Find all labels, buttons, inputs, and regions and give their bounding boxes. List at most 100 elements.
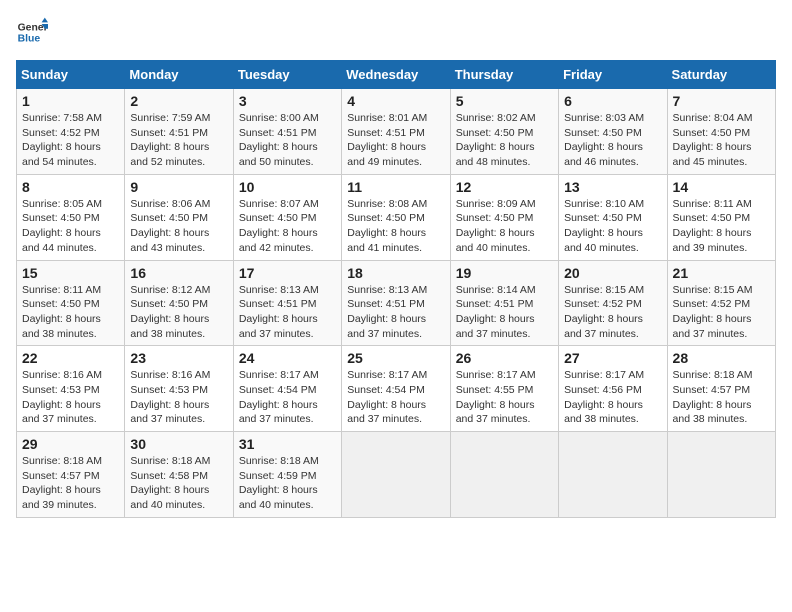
day-number: 26 bbox=[456, 350, 553, 366]
day-info: Sunrise: 8:17 AM Sunset: 4:54 PM Dayligh… bbox=[239, 368, 336, 427]
day-info: Sunrise: 8:10 AM Sunset: 4:50 PM Dayligh… bbox=[564, 197, 661, 256]
day-number: 15 bbox=[22, 265, 119, 281]
calendar-cell: 1 Sunrise: 7:58 AM Sunset: 4:52 PM Dayli… bbox=[17, 89, 125, 175]
day-info: Sunrise: 8:09 AM Sunset: 4:50 PM Dayligh… bbox=[456, 197, 553, 256]
weekday-header-saturday: Saturday bbox=[667, 61, 775, 89]
weekday-header-tuesday: Tuesday bbox=[233, 61, 341, 89]
day-number: 17 bbox=[239, 265, 336, 281]
day-info: Sunrise: 8:18 AM Sunset: 4:57 PM Dayligh… bbox=[673, 368, 770, 427]
day-info: Sunrise: 8:17 AM Sunset: 4:55 PM Dayligh… bbox=[456, 368, 553, 427]
calendar-cell: 24 Sunrise: 8:17 AM Sunset: 4:54 PM Dayl… bbox=[233, 346, 341, 432]
week-row-4: 22 Sunrise: 8:16 AM Sunset: 4:53 PM Dayl… bbox=[17, 346, 776, 432]
day-info: Sunrise: 8:16 AM Sunset: 4:53 PM Dayligh… bbox=[22, 368, 119, 427]
day-info: Sunrise: 8:16 AM Sunset: 4:53 PM Dayligh… bbox=[130, 368, 227, 427]
logo: General Blue bbox=[16, 16, 52, 48]
calendar-cell: 30 Sunrise: 8:18 AM Sunset: 4:58 PM Dayl… bbox=[125, 432, 233, 518]
weekday-header-row: SundayMondayTuesdayWednesdayThursdayFrid… bbox=[17, 61, 776, 89]
weekday-header-friday: Friday bbox=[559, 61, 667, 89]
day-info: Sunrise: 8:03 AM Sunset: 4:50 PM Dayligh… bbox=[564, 111, 661, 170]
day-info: Sunrise: 8:00 AM Sunset: 4:51 PM Dayligh… bbox=[239, 111, 336, 170]
day-info: Sunrise: 8:07 AM Sunset: 4:50 PM Dayligh… bbox=[239, 197, 336, 256]
calendar-cell: 25 Sunrise: 8:17 AM Sunset: 4:54 PM Dayl… bbox=[342, 346, 450, 432]
day-info: Sunrise: 8:18 AM Sunset: 4:59 PM Dayligh… bbox=[239, 454, 336, 513]
day-info: Sunrise: 7:59 AM Sunset: 4:51 PM Dayligh… bbox=[130, 111, 227, 170]
calendar-cell bbox=[450, 432, 558, 518]
day-info: Sunrise: 8:11 AM Sunset: 4:50 PM Dayligh… bbox=[22, 283, 119, 342]
day-info: Sunrise: 8:02 AM Sunset: 4:50 PM Dayligh… bbox=[456, 111, 553, 170]
day-number: 3 bbox=[239, 93, 336, 109]
calendar-cell: 12 Sunrise: 8:09 AM Sunset: 4:50 PM Dayl… bbox=[450, 174, 558, 260]
day-info: Sunrise: 8:18 AM Sunset: 4:58 PM Dayligh… bbox=[130, 454, 227, 513]
week-row-3: 15 Sunrise: 8:11 AM Sunset: 4:50 PM Dayl… bbox=[17, 260, 776, 346]
day-info: Sunrise: 8:17 AM Sunset: 4:54 PM Dayligh… bbox=[347, 368, 444, 427]
week-row-2: 8 Sunrise: 8:05 AM Sunset: 4:50 PM Dayli… bbox=[17, 174, 776, 260]
calendar-cell: 16 Sunrise: 8:12 AM Sunset: 4:50 PM Dayl… bbox=[125, 260, 233, 346]
week-row-5: 29 Sunrise: 8:18 AM Sunset: 4:57 PM Dayl… bbox=[17, 432, 776, 518]
day-number: 20 bbox=[564, 265, 661, 281]
calendar-cell: 11 Sunrise: 8:08 AM Sunset: 4:50 PM Dayl… bbox=[342, 174, 450, 260]
day-info: Sunrise: 8:15 AM Sunset: 4:52 PM Dayligh… bbox=[564, 283, 661, 342]
calendar-cell: 7 Sunrise: 8:04 AM Sunset: 4:50 PM Dayli… bbox=[667, 89, 775, 175]
day-number: 13 bbox=[564, 179, 661, 195]
day-info: Sunrise: 8:18 AM Sunset: 4:57 PM Dayligh… bbox=[22, 454, 119, 513]
day-info: Sunrise: 7:58 AM Sunset: 4:52 PM Dayligh… bbox=[22, 111, 119, 170]
week-row-1: 1 Sunrise: 7:58 AM Sunset: 4:52 PM Dayli… bbox=[17, 89, 776, 175]
day-number: 25 bbox=[347, 350, 444, 366]
calendar-cell: 23 Sunrise: 8:16 AM Sunset: 4:53 PM Dayl… bbox=[125, 346, 233, 432]
calendar-cell: 2 Sunrise: 7:59 AM Sunset: 4:51 PM Dayli… bbox=[125, 89, 233, 175]
day-number: 10 bbox=[239, 179, 336, 195]
day-info: Sunrise: 8:13 AM Sunset: 4:51 PM Dayligh… bbox=[347, 283, 444, 342]
day-info: Sunrise: 8:13 AM Sunset: 4:51 PM Dayligh… bbox=[239, 283, 336, 342]
day-info: Sunrise: 8:17 AM Sunset: 4:56 PM Dayligh… bbox=[564, 368, 661, 427]
day-number: 9 bbox=[130, 179, 227, 195]
day-number: 6 bbox=[564, 93, 661, 109]
day-number: 12 bbox=[456, 179, 553, 195]
calendar-cell: 19 Sunrise: 8:14 AM Sunset: 4:51 PM Dayl… bbox=[450, 260, 558, 346]
day-number: 28 bbox=[673, 350, 770, 366]
calendar-table: SundayMondayTuesdayWednesdayThursdayFrid… bbox=[16, 60, 776, 518]
calendar-cell: 9 Sunrise: 8:06 AM Sunset: 4:50 PM Dayli… bbox=[125, 174, 233, 260]
day-number: 24 bbox=[239, 350, 336, 366]
calendar-cell: 4 Sunrise: 8:01 AM Sunset: 4:51 PM Dayli… bbox=[342, 89, 450, 175]
calendar-cell: 29 Sunrise: 8:18 AM Sunset: 4:57 PM Dayl… bbox=[17, 432, 125, 518]
logo-icon: General Blue bbox=[16, 16, 48, 48]
calendar-cell bbox=[342, 432, 450, 518]
day-number: 18 bbox=[347, 265, 444, 281]
day-number: 19 bbox=[456, 265, 553, 281]
calendar-cell: 18 Sunrise: 8:13 AM Sunset: 4:51 PM Dayl… bbox=[342, 260, 450, 346]
calendar-cell: 5 Sunrise: 8:02 AM Sunset: 4:50 PM Dayli… bbox=[450, 89, 558, 175]
calendar-cell: 14 Sunrise: 8:11 AM Sunset: 4:50 PM Dayl… bbox=[667, 174, 775, 260]
weekday-header-monday: Monday bbox=[125, 61, 233, 89]
day-number: 11 bbox=[347, 179, 444, 195]
day-number: 2 bbox=[130, 93, 227, 109]
day-number: 30 bbox=[130, 436, 227, 452]
calendar-cell: 22 Sunrise: 8:16 AM Sunset: 4:53 PM Dayl… bbox=[17, 346, 125, 432]
day-number: 23 bbox=[130, 350, 227, 366]
day-number: 31 bbox=[239, 436, 336, 452]
day-info: Sunrise: 8:11 AM Sunset: 4:50 PM Dayligh… bbox=[673, 197, 770, 256]
day-info: Sunrise: 8:04 AM Sunset: 4:50 PM Dayligh… bbox=[673, 111, 770, 170]
calendar-cell: 8 Sunrise: 8:05 AM Sunset: 4:50 PM Dayli… bbox=[17, 174, 125, 260]
weekday-header-sunday: Sunday bbox=[17, 61, 125, 89]
day-number: 4 bbox=[347, 93, 444, 109]
weekday-header-thursday: Thursday bbox=[450, 61, 558, 89]
svg-text:Blue: Blue bbox=[18, 34, 41, 45]
calendar-cell: 17 Sunrise: 8:13 AM Sunset: 4:51 PM Dayl… bbox=[233, 260, 341, 346]
calendar-cell: 13 Sunrise: 8:10 AM Sunset: 4:50 PM Dayl… bbox=[559, 174, 667, 260]
day-info: Sunrise: 8:14 AM Sunset: 4:51 PM Dayligh… bbox=[456, 283, 553, 342]
day-number: 7 bbox=[673, 93, 770, 109]
weekday-header-wednesday: Wednesday bbox=[342, 61, 450, 89]
day-number: 27 bbox=[564, 350, 661, 366]
day-number: 21 bbox=[673, 265, 770, 281]
calendar-cell: 10 Sunrise: 8:07 AM Sunset: 4:50 PM Dayl… bbox=[233, 174, 341, 260]
calendar-cell: 3 Sunrise: 8:00 AM Sunset: 4:51 PM Dayli… bbox=[233, 89, 341, 175]
day-number: 5 bbox=[456, 93, 553, 109]
day-info: Sunrise: 8:01 AM Sunset: 4:51 PM Dayligh… bbox=[347, 111, 444, 170]
day-info: Sunrise: 8:12 AM Sunset: 4:50 PM Dayligh… bbox=[130, 283, 227, 342]
day-info: Sunrise: 8:15 AM Sunset: 4:52 PM Dayligh… bbox=[673, 283, 770, 342]
day-number: 16 bbox=[130, 265, 227, 281]
calendar-cell bbox=[559, 432, 667, 518]
calendar-cell: 21 Sunrise: 8:15 AM Sunset: 4:52 PM Dayl… bbox=[667, 260, 775, 346]
day-number: 1 bbox=[22, 93, 119, 109]
calendar-cell: 6 Sunrise: 8:03 AM Sunset: 4:50 PM Dayli… bbox=[559, 89, 667, 175]
